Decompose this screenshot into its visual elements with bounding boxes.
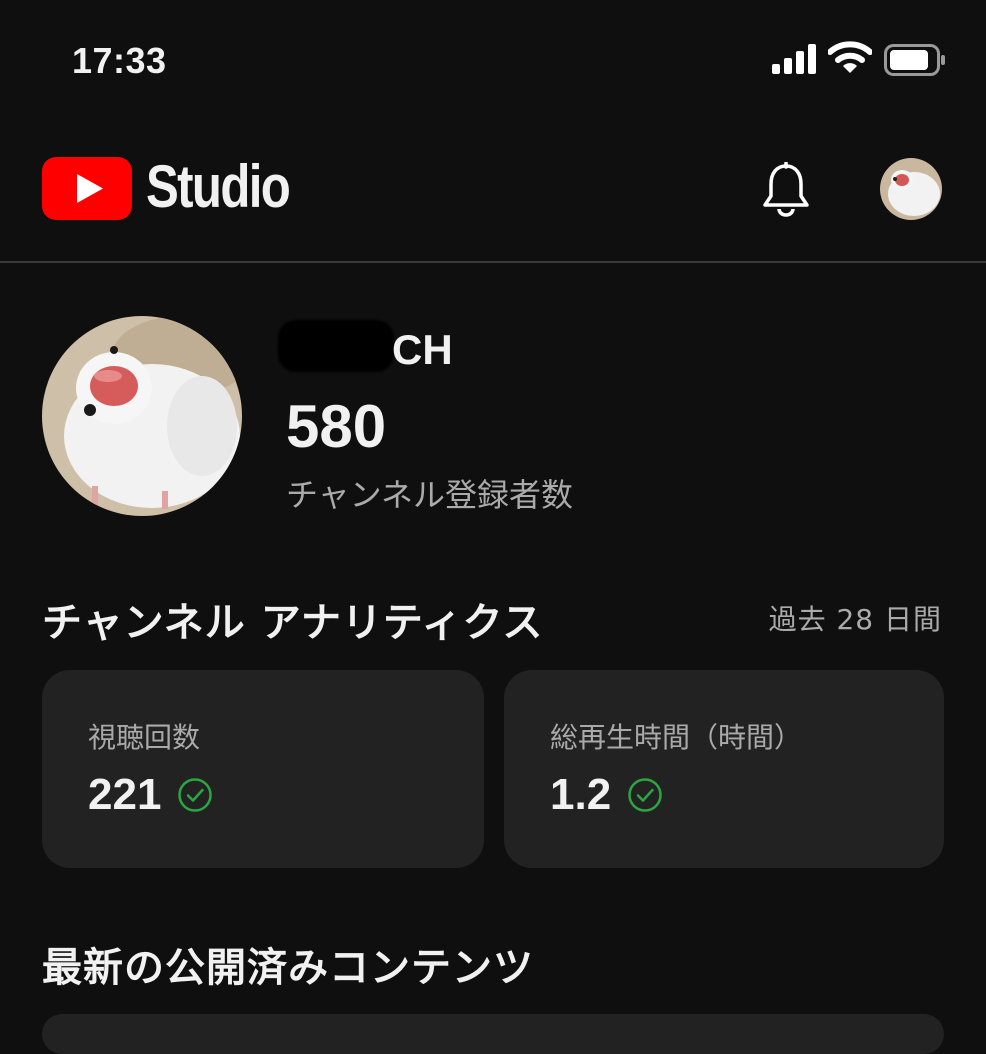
status-time: 17:33 [72, 40, 167, 81]
watch-time-value: 1.2 [550, 770, 612, 819]
battery-icon [884, 44, 945, 76]
subscriber-count: 580 [286, 393, 387, 460]
youtube-play-icon[interactable] [42, 157, 132, 220]
check-circle-icon [628, 778, 662, 812]
watch-time-label: 総再生時間（時間） [550, 721, 803, 754]
subscriber-label: チャンネル登録者数 [286, 476, 574, 514]
check-circle-icon [178, 778, 213, 812]
watch-time-card[interactable]: 総再生時間（時間） 1.2 [504, 670, 944, 868]
redacted-channel-name [278, 320, 394, 372]
avatar[interactable] [880, 158, 942, 220]
signal-icon [772, 44, 816, 74]
bell-icon[interactable] [760, 162, 812, 218]
channel-avatar[interactable] [42, 316, 242, 516]
analytics-period: 過去 28 日間 [768, 603, 942, 636]
studio-title: Studio [146, 153, 291, 220]
views-value: 221 [88, 770, 162, 819]
views-label: 視聴回数 [88, 721, 201, 754]
latest-content-card[interactable] [42, 1014, 944, 1054]
views-card[interactable]: 視聴回数 221 [42, 670, 484, 868]
analytics-title: チャンネル アナリティクス [42, 600, 544, 646]
channel-name: CH [392, 326, 453, 373]
wifi-icon [828, 41, 872, 73]
header-divider [0, 261, 986, 263]
latest-content-title: 最新の公開済みコンテンツ [42, 945, 534, 991]
